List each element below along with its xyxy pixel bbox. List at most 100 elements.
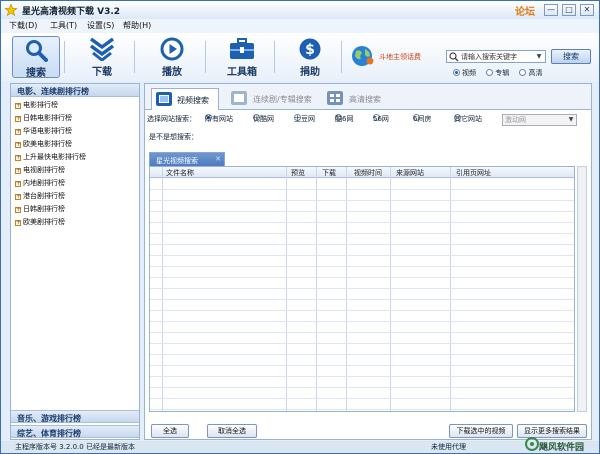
toolbox-icon bbox=[230, 38, 254, 59]
expand-icon[interactable]: + bbox=[15, 155, 21, 161]
sidebar-item-tv-chart[interactable]: + 电视剧排行榜 bbox=[15, 165, 65, 175]
sidebar-item-jk-movie-chart[interactable]: + 日韩电影排行榜 bbox=[15, 113, 72, 123]
column-header-duration[interactable]: 视频时间 bbox=[354, 168, 382, 178]
select-all-button[interactable]: 全选 bbox=[151, 424, 189, 438]
radio-icon bbox=[453, 69, 460, 76]
live-promo-link[interactable]: 斗地主领话费 bbox=[351, 43, 431, 67]
expand-icon[interactable]: + bbox=[15, 129, 21, 135]
toolbar-download-button[interactable]: 下载 bbox=[78, 36, 126, 78]
chevron-down-icon[interactable]: ▼ bbox=[534, 52, 544, 61]
sidebar-section-music-games[interactable]: 音乐、游戏排行榜 bbox=[11, 410, 139, 423]
column-header-source[interactable]: 来源网站 bbox=[396, 168, 424, 178]
star-icon bbox=[5, 4, 17, 16]
tab-series-search[interactable]: 连续剧/专辑搜索 bbox=[231, 89, 321, 109]
search-type-hd[interactable]: 高清 bbox=[519, 69, 542, 77]
maximize-button[interactable]: □ bbox=[562, 4, 576, 16]
status-bar: 主程序版本号 3.2.0.0 已经是最新版本 未使用代理 bbox=[1, 441, 599, 453]
toolbar-play-button[interactable]: 播放 bbox=[148, 36, 196, 78]
menu-settings[interactable]: 设置(S) bbox=[87, 20, 114, 31]
app-window: 星光高清视频下载 V3.2 论坛 — □ ✕ 下载(D) 工具(T) 设置(S)… bbox=[0, 0, 600, 454]
menu-download[interactable]: 下载(D) bbox=[9, 20, 37, 31]
column-header-referer[interactable]: 引用页网址 bbox=[456, 168, 491, 178]
site-select-label: 选择网站搜索： bbox=[147, 115, 196, 123]
search-type-label: 高清 bbox=[528, 69, 543, 77]
sidebar-item-label: 欧美剧排行榜 bbox=[23, 218, 65, 226]
expand-icon[interactable]: + bbox=[15, 181, 21, 187]
title-bar[interactable]: 星光高清视频下载 V3.2 论坛 — □ ✕ bbox=[1, 1, 599, 19]
grid-row-line bbox=[150, 332, 574, 333]
sidebar-item-west-tv-chart[interactable]: + 欧美剧排行榜 bbox=[15, 217, 65, 227]
column-header-filename[interactable]: 文件名称 bbox=[166, 168, 194, 178]
deselect-all-button[interactable]: 取消全选 bbox=[207, 424, 257, 438]
toolbar-search-button[interactable]: 搜索 bbox=[12, 36, 60, 79]
chevron-down-icon[interactable]: ▼ bbox=[566, 115, 576, 125]
results-scrollbar[interactable] bbox=[577, 166, 587, 412]
suggestion-prompt: 是不是想搜索： bbox=[149, 133, 198, 141]
forum-link[interactable]: 论坛 bbox=[515, 3, 535, 18]
site-option-label: 其它网站 bbox=[454, 115, 482, 123]
search-button[interactable]: 搜索 bbox=[551, 49, 591, 64]
expand-icon[interactable]: + bbox=[15, 116, 21, 122]
sidebar-section-variety-sports[interactable]: 综艺、体育排行榜 bbox=[11, 425, 139, 438]
tab-label: 视频搜索 bbox=[177, 96, 209, 105]
sidebar-item-cn-movie-chart[interactable]: + 华语电影排行榜 bbox=[15, 126, 72, 136]
sidebar-item-label: 华语电影排行榜 bbox=[23, 127, 72, 135]
sidebar-item-west-movie-chart[interactable]: + 欧美电影排行榜 bbox=[15, 139, 72, 149]
search-type-album[interactable]: 专辑 bbox=[486, 69, 509, 77]
tab-video-search[interactable]: 视频搜索 bbox=[151, 88, 219, 110]
svg-text:$: $ bbox=[305, 42, 315, 58]
live-promo-text: 斗地主领话费 bbox=[379, 53, 421, 61]
close-button[interactable]: ✕ bbox=[580, 4, 594, 16]
search-type-video[interactable]: 视频 bbox=[453, 69, 476, 77]
grid-row-line bbox=[150, 387, 574, 388]
grid-row-line bbox=[150, 299, 574, 300]
show-more-results-button[interactable]: 显示更多搜索结果 bbox=[517, 424, 587, 438]
toolbar-divider bbox=[205, 41, 206, 73]
toolbar-download-label: 下载 bbox=[92, 67, 112, 78]
expand-icon[interactable]: + bbox=[15, 103, 21, 109]
tab-label: 连续剧/专辑搜索 bbox=[253, 95, 312, 104]
toolbar: 搜索 下载 播放 工具箱 $ 捐助 斗地主领话费 请输入搜索关键字 ▼ 搜索 视… bbox=[1, 33, 599, 81]
expand-icon[interactable]: + bbox=[15, 168, 21, 174]
toolbar-toolbox-button[interactable]: 工具箱 bbox=[218, 36, 266, 78]
site-option-label: 土豆网 bbox=[294, 115, 315, 123]
site-option-label: 6间房 bbox=[413, 115, 432, 123]
download-selected-button[interactable]: 下载选中的视频 bbox=[449, 424, 513, 438]
column-header-download[interactable]: 下载 bbox=[322, 168, 336, 178]
minimize-button[interactable]: — bbox=[544, 4, 558, 16]
sidebar-item-rising-movie-chart[interactable]: + 上升最快电影排行榜 bbox=[15, 152, 86, 162]
expand-icon[interactable]: + bbox=[15, 207, 21, 213]
expand-icon[interactable]: + bbox=[15, 142, 21, 148]
expand-icon[interactable]: + bbox=[15, 194, 21, 200]
other-site-dropdown[interactable]: 激动网 ▼ bbox=[502, 114, 577, 126]
sidebar-item-label: 电视剧排行榜 bbox=[23, 166, 65, 174]
sidebar-item-hktw-tv-chart[interactable]: + 港台剧排行榜 bbox=[15, 191, 65, 201]
search-input[interactable]: 请输入搜索关键字 ▼ bbox=[446, 50, 546, 63]
sidebar-item-mainland-tv-chart[interactable]: + 内地剧排行榜 bbox=[15, 178, 65, 188]
results-tab[interactable]: 星光视频搜索 ✕ bbox=[149, 152, 225, 166]
sidebar-section-movies[interactable]: 电影、连续剧排行榜 bbox=[11, 84, 139, 97]
series-tab-icon bbox=[231, 91, 247, 105]
search-button-label: 搜索 bbox=[563, 52, 579, 61]
grid-row-line bbox=[150, 211, 574, 212]
grid-row-line bbox=[150, 189, 574, 190]
expand-icon[interactable]: + bbox=[15, 220, 21, 226]
toolbar-donate-button[interactable]: $ 捐助 bbox=[286, 36, 334, 78]
sidebar-item-label: 欧美电影排行榜 bbox=[23, 140, 72, 148]
tab-hd-search[interactable]: 高清搜索 bbox=[327, 89, 397, 109]
main-panel: 视频搜索 连续剧/专辑搜索 高清搜索 选择网站搜索： 所有网站 优酷网 土豆网 … bbox=[144, 83, 592, 440]
grid-row-line bbox=[150, 343, 574, 344]
search-tabs: 视频搜索 连续剧/专辑搜索 高清搜索 bbox=[145, 84, 591, 110]
sidebar-item-jk-tv-chart[interactable]: + 日韩剧排行榜 bbox=[15, 204, 65, 214]
menu-help[interactable]: 帮助(H) bbox=[123, 20, 151, 31]
toolbar-play-label: 播放 bbox=[162, 67, 182, 78]
site-option-label: 56网 bbox=[373, 115, 389, 123]
close-tab-icon[interactable]: ✕ bbox=[215, 155, 221, 163]
column-header-preview[interactable]: 预览 bbox=[291, 168, 305, 178]
sidebar-item-label: 电影排行榜 bbox=[23, 101, 58, 109]
sidebar-item-movie-chart[interactable]: + 电影排行榜 bbox=[15, 100, 58, 110]
menu-tools[interactable]: 工具(T) bbox=[50, 20, 77, 31]
grid-row-line bbox=[150, 200, 574, 201]
grid-row-line bbox=[150, 376, 574, 377]
hd-tab-icon bbox=[327, 91, 343, 105]
